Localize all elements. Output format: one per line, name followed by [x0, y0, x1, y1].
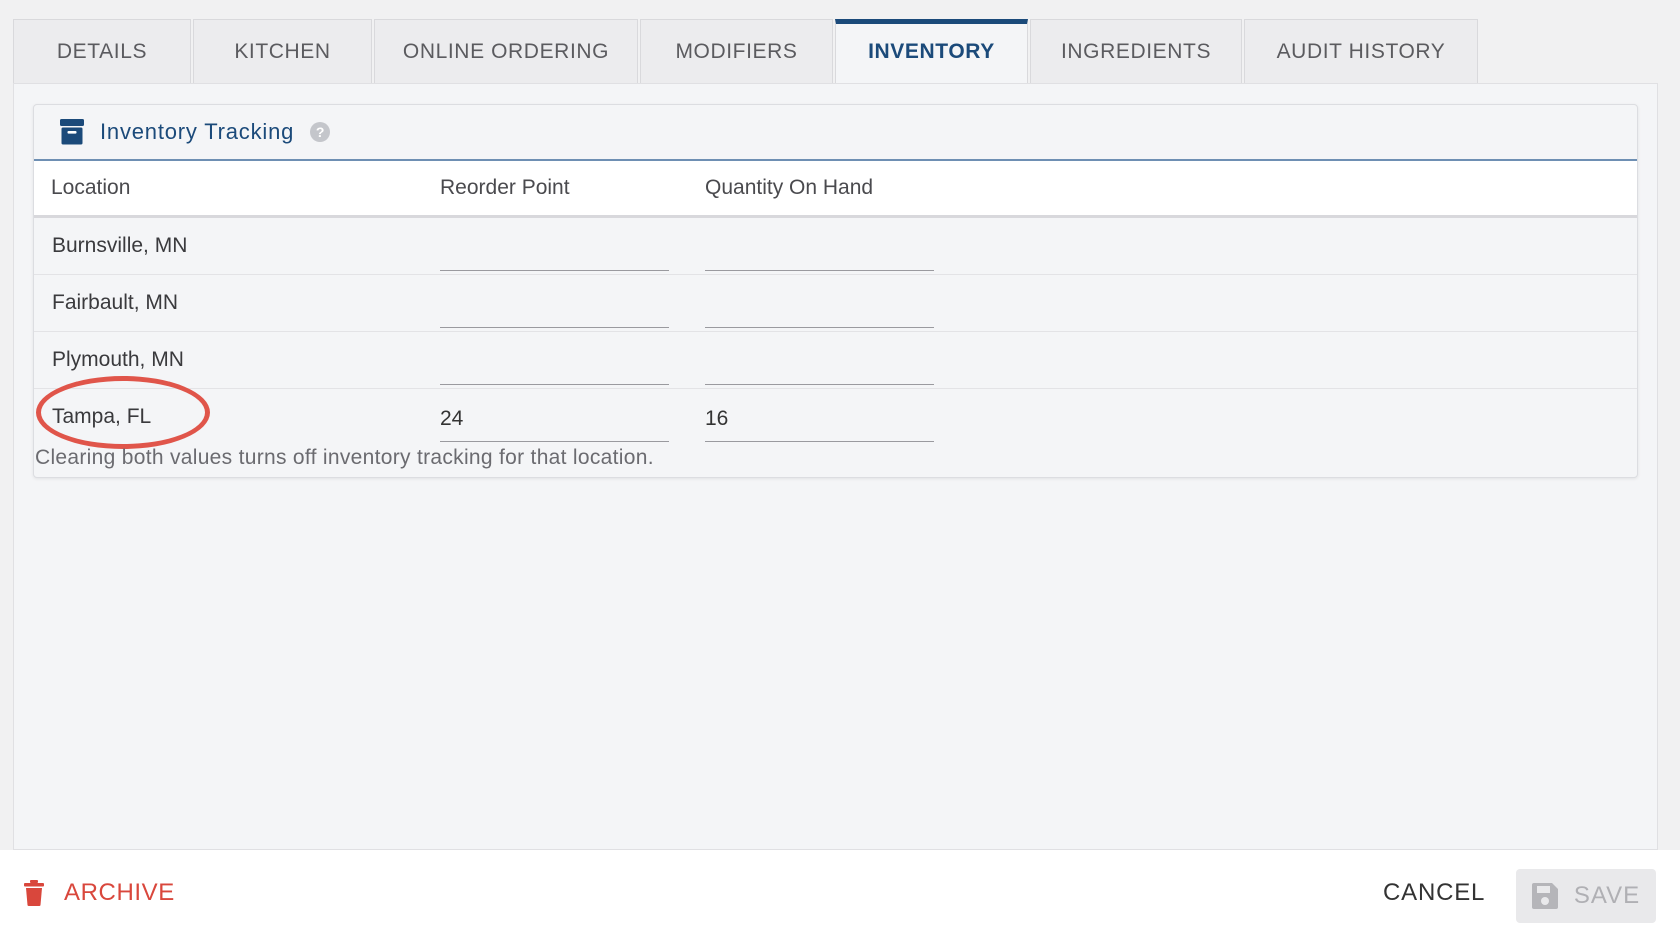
tab-ingredients[interactable]: INGREDIENTS	[1030, 19, 1242, 83]
tab-details[interactable]: DETAILS	[13, 19, 191, 83]
reorder-point-input[interactable]	[440, 283, 669, 328]
column-header-location: Location	[51, 176, 131, 199]
location-name: Plymouth, MN	[52, 348, 184, 371]
help-icon[interactable]: ?	[310, 122, 331, 142]
location-name: Burnsville, MN	[52, 234, 188, 257]
archive-box-icon	[60, 119, 84, 145]
save-button[interactable]: SAVE	[1516, 869, 1656, 923]
tab-online-ordering[interactable]: ONLINE ORDERING	[374, 19, 638, 83]
inventory-tracking-card: Inventory Tracking ? Location Reorder Po…	[33, 104, 1638, 478]
card-title: Inventory Tracking	[100, 119, 295, 144]
cancel-button[interactable]: CANCEL	[1383, 872, 1485, 914]
quantity-on-hand-input[interactable]	[705, 283, 934, 328]
tab-modifiers[interactable]: MODIFIERS	[640, 19, 833, 83]
table-row: Fairbault, MN	[34, 275, 1637, 332]
footer-bar: ARCHIVE CANCEL SAVE	[0, 850, 1680, 936]
tab-kitchen[interactable]: KITCHEN	[193, 19, 372, 83]
table-header: Location Reorder Point Quantity On Hand	[34, 161, 1637, 218]
table-row: Plymouth, MN	[34, 332, 1637, 389]
reorder-point-input[interactable]	[440, 397, 669, 442]
column-header-quantity-on-hand: Quantity On Hand	[705, 176, 874, 199]
card-header: Inventory Tracking ?	[34, 105, 1637, 161]
table-row: Tampa, FL	[34, 376, 1637, 449]
floppy-disk-icon	[1531, 883, 1558, 909]
reorder-point-input[interactable]	[440, 340, 669, 385]
inventory-footnote: Clearing both values turns off inventory…	[35, 446, 654, 469]
location-name: Tampa, FL	[36, 376, 210, 449]
trash-icon	[24, 880, 44, 906]
archive-label: ARCHIVE	[64, 879, 175, 906]
tab-audit-history[interactable]: AUDIT HISTORY	[1244, 19, 1478, 83]
tab-inventory[interactable]: INVENTORY	[835, 19, 1028, 83]
quantity-on-hand-input[interactable]	[705, 397, 934, 442]
table-row: Burnsville, MN	[34, 218, 1637, 275]
column-header-reorder-point: Reorder Point	[440, 176, 570, 199]
quantity-on-hand-input[interactable]	[705, 340, 934, 385]
location-name: Fairbault, MN	[52, 291, 179, 314]
quantity-on-hand-input[interactable]	[705, 226, 934, 271]
reorder-point-input[interactable]	[440, 226, 669, 271]
tab-content-panel: Inventory Tracking ? Location Reorder Po…	[13, 83, 1658, 850]
location-name-text: Tampa, FL	[52, 405, 152, 428]
save-label: SAVE	[1573, 882, 1641, 909]
tab-bar: DETAILS KITCHEN ONLINE ORDERING MODIFIER…	[13, 19, 1480, 83]
archive-button[interactable]: ARCHIVE	[24, 872, 175, 914]
inventory-table: Location Reorder Point Quantity On Hand …	[34, 161, 1637, 449]
